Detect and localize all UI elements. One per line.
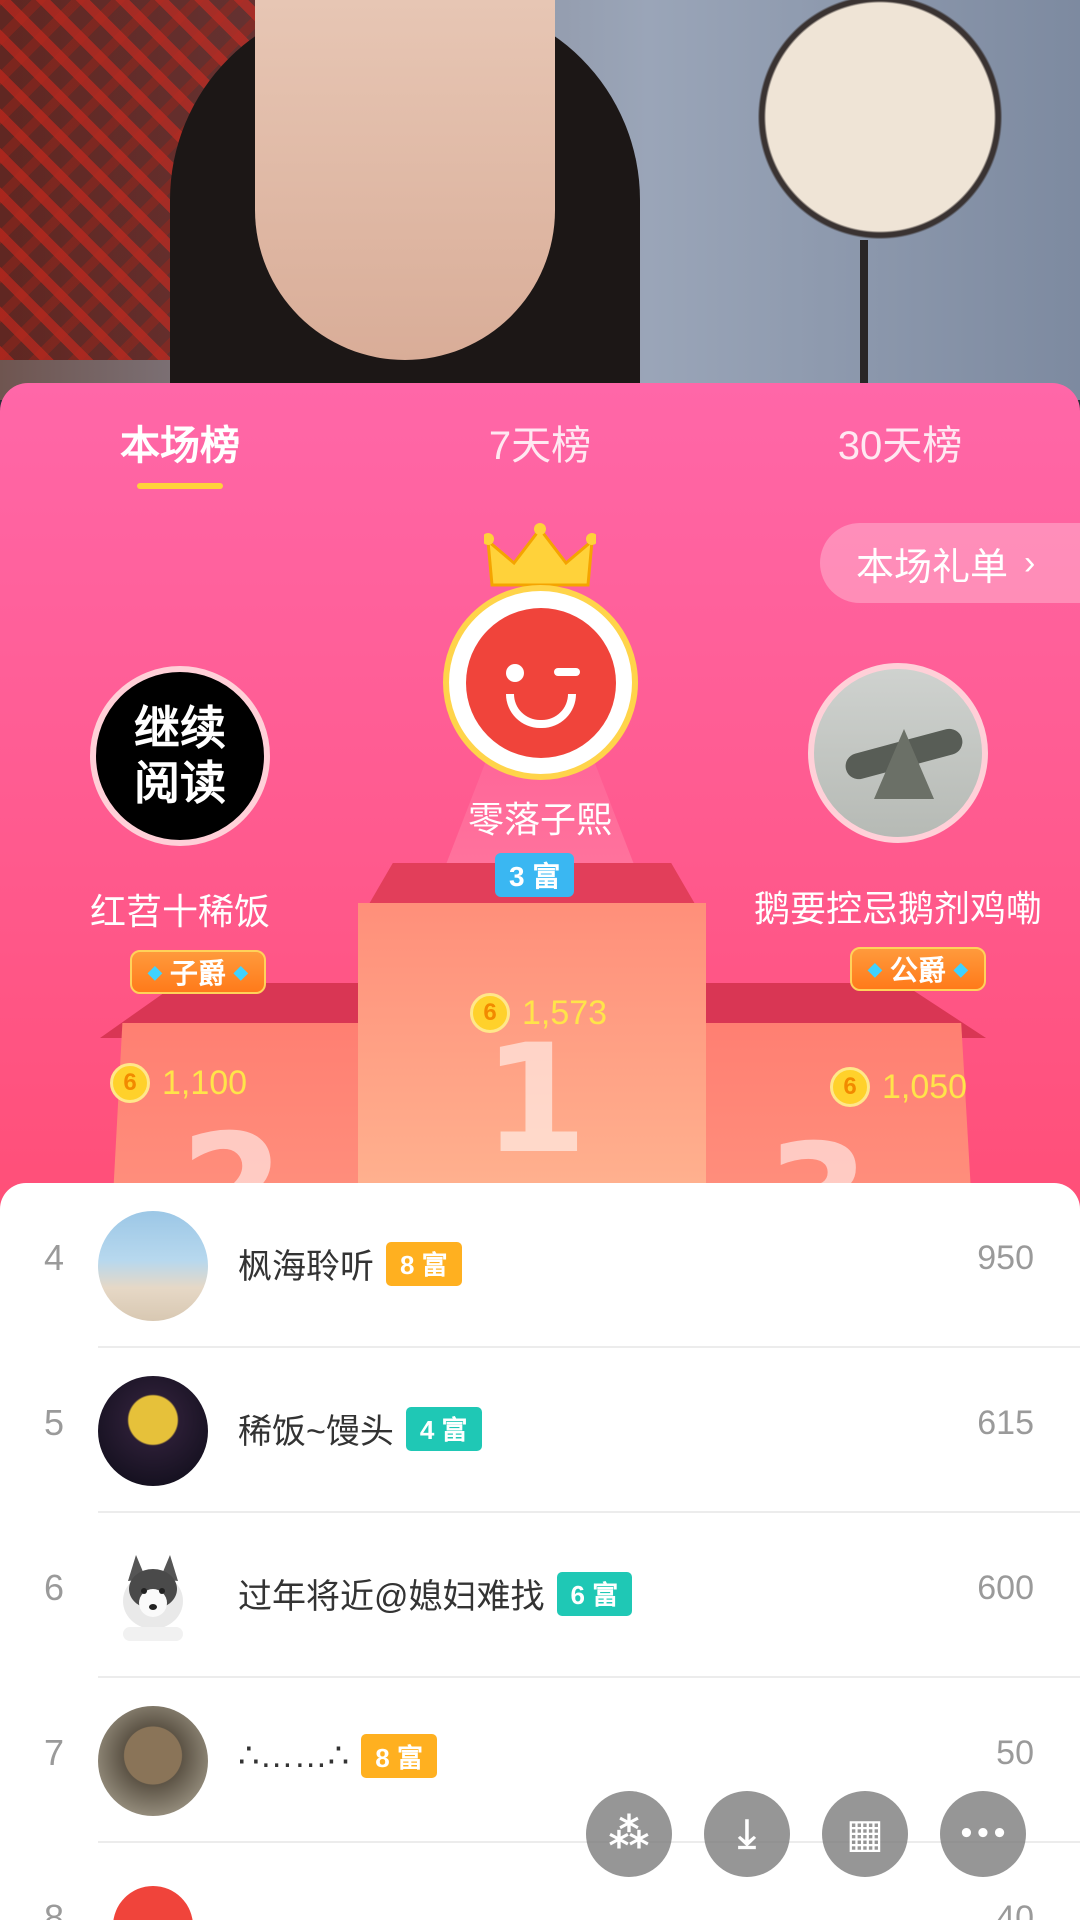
lamp-stand bbox=[860, 240, 868, 400]
third-place-noble-badge: ◆ 公爵 ◆ bbox=[850, 947, 986, 991]
list-item[interactable]: 7 ∴……∴ 8 富 50 bbox=[0, 1678, 1080, 1843]
rank-number: 4 bbox=[44, 1237, 65, 1278]
rank-number: 7 bbox=[44, 1732, 65, 1773]
user-name: 稀饭~馒头 4 富 bbox=[238, 1404, 482, 1453]
more-button[interactable]: ••• bbox=[940, 1791, 1026, 1877]
user-avatar[interactable] bbox=[98, 1211, 208, 1321]
wealth-level-badge: 6 富 bbox=[556, 1571, 633, 1616]
third-place-avatar[interactable] bbox=[808, 663, 988, 843]
second-place-score: 6 1,100 bbox=[110, 1063, 247, 1103]
gift-list-label: 本场礼单 bbox=[856, 546, 1009, 589]
more-icon: ••• bbox=[958, 1819, 1008, 1849]
grid-icon: ▦ bbox=[846, 1811, 884, 1857]
gift-list-button[interactable]: 本场礼单 › bbox=[820, 523, 1080, 603]
grid-menu-button[interactable]: ▦ bbox=[822, 1791, 908, 1877]
contribution-value: 950 bbox=[977, 1239, 1034, 1277]
download-icon: ⤓ bbox=[738, 1811, 756, 1857]
wealth-level-badge: 8 富 bbox=[361, 1734, 437, 1778]
rank-number: 5 bbox=[44, 1402, 65, 1443]
user-name: 枫海聆听 8 富 bbox=[238, 1239, 462, 1288]
first-place-wealth-badge: 3 富 bbox=[495, 853, 575, 897]
wealth-level-badge: 8 富 bbox=[386, 1241, 462, 1286]
husky-dog-image bbox=[123, 1555, 183, 1641]
studio-lamp bbox=[730, 0, 1030, 260]
share-button[interactable]: ⁂ bbox=[586, 1791, 672, 1877]
user-name-text: ∴……∴ bbox=[238, 1737, 350, 1775]
user-name: 过年将近@媳妇难找 6 富 bbox=[238, 1569, 633, 1618]
contribution-value: 615 bbox=[977, 1404, 1034, 1442]
ranking-tabs: 本场榜 7天榜 30天榜 bbox=[0, 383, 1080, 513]
tab-this-session[interactable]: 本场榜 bbox=[0, 383, 360, 513]
third-place-score-value: 1,050 bbox=[882, 1067, 968, 1106]
place-number-1: 1 bbox=[483, 1013, 588, 1187]
user-avatar[interactable] bbox=[98, 1541, 208, 1651]
coin-icon: 6 bbox=[110, 1063, 150, 1103]
wealth-level-badge: 4 富 bbox=[405, 1406, 482, 1451]
first-place-score-value: 1,573 bbox=[522, 993, 608, 1032]
streamer-face bbox=[255, 0, 555, 360]
first-place-score: 6 1,573 bbox=[470, 993, 607, 1033]
user-avatar[interactable] bbox=[98, 1376, 208, 1486]
second-place-avatar[interactable]: 继续 阅读 bbox=[90, 666, 270, 846]
third-place-score: 6 1,050 bbox=[830, 1067, 967, 1107]
list-item[interactable]: 8 40 bbox=[0, 1843, 1080, 1920]
contribution-value: 40 bbox=[996, 1899, 1034, 1920]
coin-icon: 6 bbox=[830, 1067, 870, 1107]
user-avatar[interactable] bbox=[98, 1706, 208, 1816]
share-icon: ⁂ bbox=[608, 1811, 650, 1857]
user-name-text: 稀饭~馒头 bbox=[238, 1413, 394, 1451]
second-place-name[interactable]: 红苕十稀饭 bbox=[80, 883, 280, 935]
list-item[interactable]: 4 枫海聆听 8 富 950 bbox=[0, 1183, 1080, 1348]
second-place-score-value: 1,100 bbox=[162, 1063, 248, 1102]
user-name-text: 过年将近@媳妇难找 bbox=[238, 1578, 545, 1616]
first-place-name[interactable]: 零落子熙 bbox=[440, 791, 640, 843]
avatar-text-line2: 阅读 bbox=[134, 756, 226, 810]
avatar-text-line1: 继续 bbox=[134, 700, 226, 755]
second-place-noble-label: 子爵 bbox=[169, 958, 226, 989]
live-video bbox=[0, 0, 1080, 400]
gem-icon: ◆ bbox=[868, 958, 882, 979]
crown-icon bbox=[484, 523, 596, 587]
gem-icon: ◆ bbox=[953, 958, 968, 979]
tab-30-days[interactable]: 30天榜 bbox=[720, 383, 1080, 513]
fighter-jet-image bbox=[814, 669, 982, 837]
chevron-right-icon: › bbox=[1024, 543, 1036, 582]
first-place-avatar[interactable] bbox=[443, 585, 638, 780]
user-avatar[interactable] bbox=[98, 1871, 208, 1920]
contribution-value: 600 bbox=[977, 1569, 1034, 1607]
list-item[interactable]: 6 过年将近@媳妇难找 6 富 600 bbox=[0, 1513, 1080, 1678]
contribution-value: 50 bbox=[996, 1734, 1034, 1772]
gem-icon: ◆ bbox=[148, 961, 162, 982]
rank-number: 8 bbox=[44, 1897, 65, 1920]
rank-number: 6 bbox=[44, 1567, 65, 1608]
third-place-name[interactable]: 鹅要控忌鹅剂鸡嘞 bbox=[748, 880, 1048, 932]
user-name-text: 枫海聆听 bbox=[238, 1248, 374, 1286]
user-name: ∴……∴ 8 富 bbox=[238, 1734, 437, 1778]
gem-icon: ◆ bbox=[233, 961, 248, 982]
coin-icon: 6 bbox=[470, 993, 510, 1033]
third-place-noble-label: 公爵 bbox=[889, 955, 946, 986]
second-place-noble-badge: ◆ 子爵 ◆ bbox=[130, 950, 266, 994]
download-button[interactable]: ⤓ bbox=[704, 1791, 790, 1877]
list-item[interactable]: 5 稀饭~馒头 4 富 615 bbox=[0, 1348, 1080, 1513]
tab-7-days[interactable]: 7天榜 bbox=[360, 383, 720, 513]
ranking-list: 4 枫海聆听 8 富 950 5 稀饭~馒头 4 富 615 6 过年将近@媳妇… bbox=[0, 1183, 1080, 1920]
app-logo-icon bbox=[113, 1886, 193, 1920]
app-logo-icon bbox=[465, 607, 616, 758]
